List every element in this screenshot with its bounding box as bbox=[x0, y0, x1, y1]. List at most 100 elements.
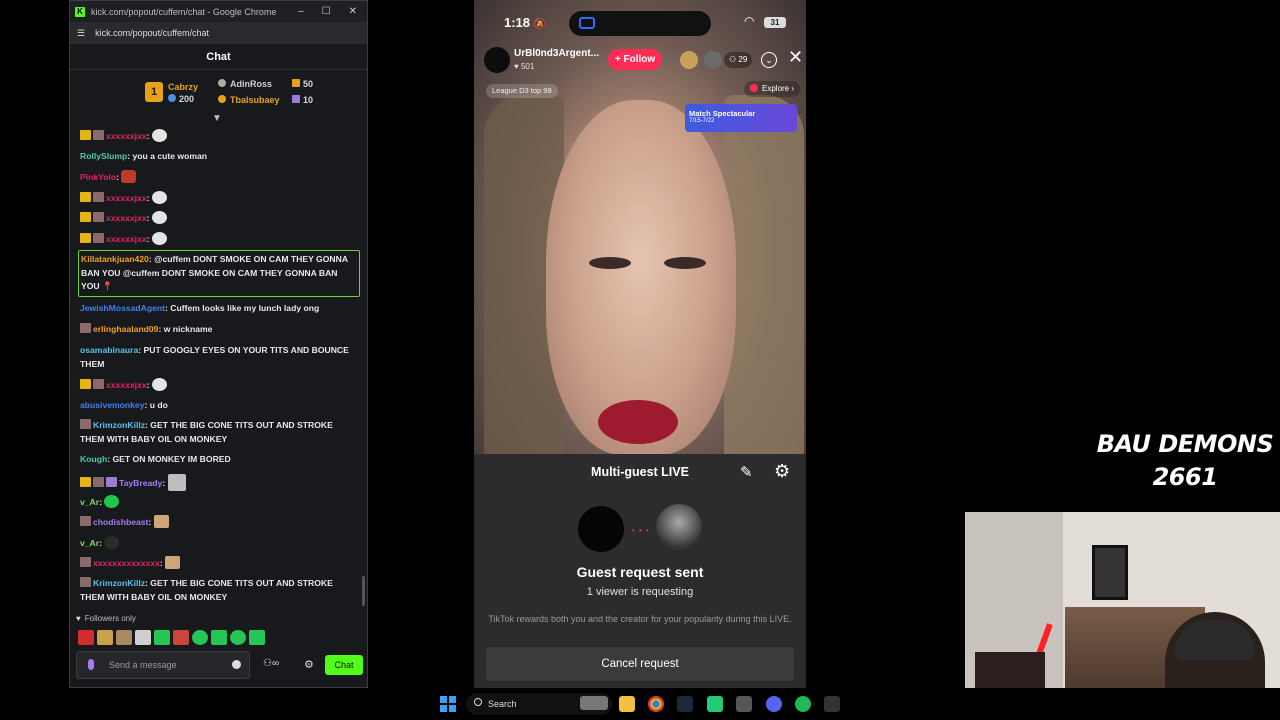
search-highlight-image bbox=[580, 696, 608, 710]
quick-emote-icon[interactable] bbox=[211, 630, 227, 645]
discord-icon[interactable] bbox=[766, 696, 782, 712]
chat-username[interactable]: JewishMossadAgent bbox=[80, 303, 165, 313]
windows-start-icon[interactable] bbox=[440, 696, 456, 712]
chat-username[interactable]: v_Ar bbox=[80, 538, 99, 548]
skull-emote-icon bbox=[151, 211, 167, 224]
chat-settings-icon[interactable]: ⚙ bbox=[304, 658, 314, 671]
site-settings-icon[interactable]: ☰ bbox=[77, 28, 85, 39]
chat-username[interactable]: xxxxxxjxx bbox=[106, 213, 147, 223]
maximize-button[interactable]: ☐ bbox=[322, 6, 331, 17]
leaderboard-name-1[interactable]: Cabrzy bbox=[168, 82, 198, 92]
guest-avatar-self bbox=[578, 506, 624, 552]
edit-wand-icon[interactable]: ✎ bbox=[740, 463, 753, 481]
chat-username[interactable]: TayBready bbox=[119, 478, 162, 488]
person-icon: ⚇ bbox=[729, 55, 737, 64]
host-name[interactable]: UrBl0nd3Argent... bbox=[514, 48, 599, 59]
top-viewer-avatar[interactable] bbox=[704, 51, 722, 69]
follow-button[interactable]: + Follow bbox=[608, 49, 662, 70]
emoji-picker-icon[interactable] bbox=[232, 660, 241, 669]
chat-username[interactable]: xxxxxxjxx bbox=[106, 234, 147, 244]
chevron-down-icon[interactable]: ⌄ bbox=[761, 52, 777, 68]
league-tag[interactable]: League D3 top 99 bbox=[486, 84, 558, 98]
avatar-badge-icon bbox=[80, 557, 91, 567]
app-grey-icon[interactable] bbox=[736, 696, 752, 712]
chat-username[interactable]: xxxxxxxxxxxxxx bbox=[93, 558, 160, 568]
chat-scrollbar[interactable] bbox=[362, 576, 365, 606]
chat-message: xxxxxxjxx: bbox=[80, 191, 358, 206]
sheet-title: Multi-guest LIVE bbox=[591, 465, 689, 479]
overlay-line-1: BAU DEMONS bbox=[1096, 430, 1274, 458]
match-spectacular-banner[interactable]: Match Spectacular 7/15-7/22 bbox=[685, 104, 797, 132]
pin-emote-icon: 📍 bbox=[102, 281, 113, 291]
followers-only-label: Followers only bbox=[84, 614, 136, 623]
close-window-button[interactable]: ✕ bbox=[349, 6, 357, 17]
top-gifter-coin-icon: 1 bbox=[145, 82, 163, 102]
chat-send-button[interactable]: Chat bbox=[325, 655, 363, 675]
windows-taskbar: Search bbox=[0, 688, 1280, 720]
chat-username[interactable]: KrimzonKillz bbox=[93, 420, 145, 430]
spotify-icon[interactable] bbox=[795, 696, 811, 712]
chat-message-input[interactable]: Send a message bbox=[76, 651, 250, 679]
top-viewer-avatar[interactable] bbox=[680, 51, 698, 69]
quick-emote-icon[interactable] bbox=[249, 630, 265, 645]
chat-username[interactable]: v_Ar bbox=[80, 497, 99, 507]
chat-username[interactable]: erlinghaaland09 bbox=[93, 324, 158, 334]
quick-emote-icon[interactable] bbox=[135, 630, 151, 645]
cancel-request-button[interactable]: Cancel request bbox=[486, 647, 794, 681]
quick-emote-icon[interactable] bbox=[116, 630, 132, 645]
quick-emote-icon[interactable] bbox=[154, 630, 170, 645]
chatters-icon[interactable]: ⚇∞ bbox=[263, 658, 279, 669]
minimize-button[interactable]: – bbox=[298, 6, 304, 17]
chat-message: TayBready: bbox=[80, 474, 358, 491]
avatar-badge-icon bbox=[93, 212, 104, 222]
quick-emote-icon[interactable] bbox=[192, 630, 208, 645]
banner-dates: 7/15-7/22 bbox=[689, 118, 715, 124]
file-explorer-icon[interactable] bbox=[619, 696, 635, 712]
app-green-icon[interactable] bbox=[707, 696, 723, 712]
collapse-leaderboard-icon[interactable]: ▼ bbox=[212, 113, 222, 124]
chat-message: xxxxxxjxx: bbox=[80, 232, 358, 247]
chat-username[interactable]: chodishbeast bbox=[93, 517, 148, 527]
leaderboard-name-3[interactable]: Tbalsubaey bbox=[218, 95, 280, 105]
chat-username[interactable]: osamabinaura bbox=[80, 345, 138, 355]
chat-username[interactable]: KrimzonKillz bbox=[93, 578, 145, 588]
reward-text: TikTok rewards both you and the creator … bbox=[488, 614, 792, 624]
chat-message: KrimzonKillz: GET THE BIG CONE TITS OUT … bbox=[80, 577, 333, 602]
crown-badge-icon bbox=[80, 192, 91, 202]
phone-screen: 1:18 🔕 ◠ 31 UrBl0nd3Argent... ♥ 501 + Fo… bbox=[474, 0, 806, 688]
webcam-poster bbox=[1092, 545, 1128, 600]
crown-badge-icon bbox=[80, 233, 91, 243]
quick-emote-icon[interactable] bbox=[230, 630, 246, 645]
chat-username[interactable]: xxxxxxjxx bbox=[106, 131, 147, 141]
microphone-icon[interactable] bbox=[88, 659, 94, 670]
chat-username[interactable]: PinkYolo bbox=[80, 172, 116, 182]
crown-badge-icon bbox=[80, 212, 91, 222]
stream-overlay-text: BAU DEMONS 2661 bbox=[1090, 428, 1280, 494]
dark-emote-icon bbox=[104, 536, 120, 549]
chat-username[interactable]: Killatankjuan420 bbox=[81, 254, 149, 264]
close-icon[interactable]: ✕ bbox=[788, 47, 803, 68]
green-emote-icon bbox=[104, 495, 120, 508]
chat-username[interactable]: abusivemonkey bbox=[80, 400, 144, 410]
skull-emote-icon bbox=[151, 232, 167, 245]
host-info-row: UrBl0nd3Argent... ♥ 501 + Follow ⚇ 29 ⌄ … bbox=[482, 46, 803, 74]
leaderboard-name-2[interactable]: AdinRoss bbox=[218, 79, 272, 89]
chat-username[interactable]: RollySlump bbox=[80, 151, 127, 161]
host-avatar[interactable] bbox=[484, 47, 510, 73]
explore-button[interactable]: Explore › bbox=[744, 81, 801, 97]
quick-emote-icon[interactable] bbox=[97, 630, 113, 645]
viewer-count[interactable]: ⚇ 29 bbox=[724, 52, 753, 68]
steam-icon[interactable] bbox=[677, 696, 693, 712]
video-eye-left bbox=[589, 257, 631, 269]
skull-emote-icon bbox=[151, 378, 167, 391]
chat-username[interactable]: xxxxxxjxx bbox=[106, 193, 147, 203]
quick-emote-icon[interactable] bbox=[173, 630, 189, 645]
avatar-badge-icon bbox=[80, 516, 91, 526]
address-bar[interactable]: ☰ kick.com/popout/cuffem/chat bbox=[70, 22, 367, 44]
app-dark-icon[interactable] bbox=[824, 696, 840, 712]
quick-emote-icon[interactable] bbox=[78, 630, 94, 645]
chat-username[interactable]: Kough bbox=[80, 454, 107, 464]
chat-username[interactable]: xxxxxxjxx bbox=[106, 380, 147, 390]
gear-icon[interactable]: ⚙ bbox=[774, 461, 790, 482]
chrome-icon[interactable] bbox=[648, 696, 664, 712]
